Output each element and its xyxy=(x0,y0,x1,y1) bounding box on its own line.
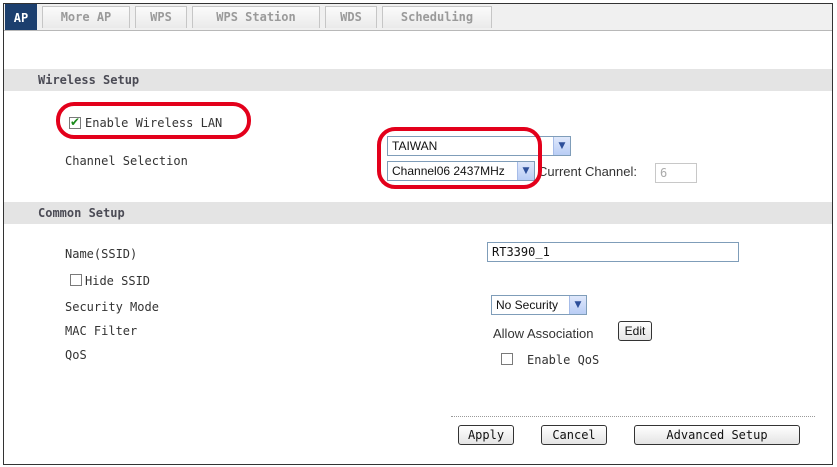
security-mode-select[interactable]: No Security ▼ xyxy=(491,295,587,315)
mac-filter-label: MAC Filter xyxy=(65,324,138,338)
current-channel-field: 6 xyxy=(655,163,697,183)
divider xyxy=(451,416,815,417)
security-mode-label: Security Mode xyxy=(65,300,159,314)
wireless-setup-header: Wireless Setup xyxy=(4,69,832,91)
ssid-label: Name(SSID) xyxy=(65,247,138,261)
ap-settings-panel: AP More AP WPS WPS Station WDS Schedulin… xyxy=(3,3,833,465)
security-mode-value: No Security xyxy=(496,298,559,312)
chevron-down-icon: ▼ xyxy=(569,296,586,314)
tab-scheduling[interactable]: Scheduling xyxy=(382,6,492,28)
tab-wps-station[interactable]: WPS Station xyxy=(192,6,320,28)
apply-button[interactable]: Apply xyxy=(458,425,514,445)
chevron-down-icon: ▼ xyxy=(553,137,570,155)
mac-filter-value: Allow Association xyxy=(493,326,594,341)
tab-wds[interactable]: WDS xyxy=(325,6,377,28)
ssid-input[interactable]: RT3390_1 xyxy=(487,242,739,262)
tab-bar: AP More AP WPS WPS Station WDS Schedulin… xyxy=(4,4,832,31)
enable-qos-checkbox[interactable] xyxy=(501,353,513,365)
highlight-channel-selection xyxy=(377,127,542,189)
common-setup-header: Common Setup xyxy=(4,202,832,224)
enable-qos-label: Enable QoS xyxy=(527,353,600,367)
hide-ssid-label: Hide SSID xyxy=(85,274,151,288)
cancel-button[interactable]: Cancel xyxy=(541,425,607,445)
tab-more-ap[interactable]: More AP xyxy=(42,6,130,28)
edit-button[interactable]: Edit xyxy=(618,321,652,341)
highlight-enable-wireless xyxy=(56,102,251,139)
tab-wps[interactable]: WPS xyxy=(135,6,187,28)
current-channel-label: Current Channel: xyxy=(538,164,637,179)
hide-ssid-checkbox[interactable] xyxy=(70,274,82,286)
channel-selection-label: Channel Selection xyxy=(65,154,188,168)
qos-label: QoS xyxy=(65,348,87,362)
tab-ap[interactable]: AP xyxy=(5,4,37,30)
advanced-setup-button[interactable]: Advanced Setup xyxy=(634,425,800,445)
